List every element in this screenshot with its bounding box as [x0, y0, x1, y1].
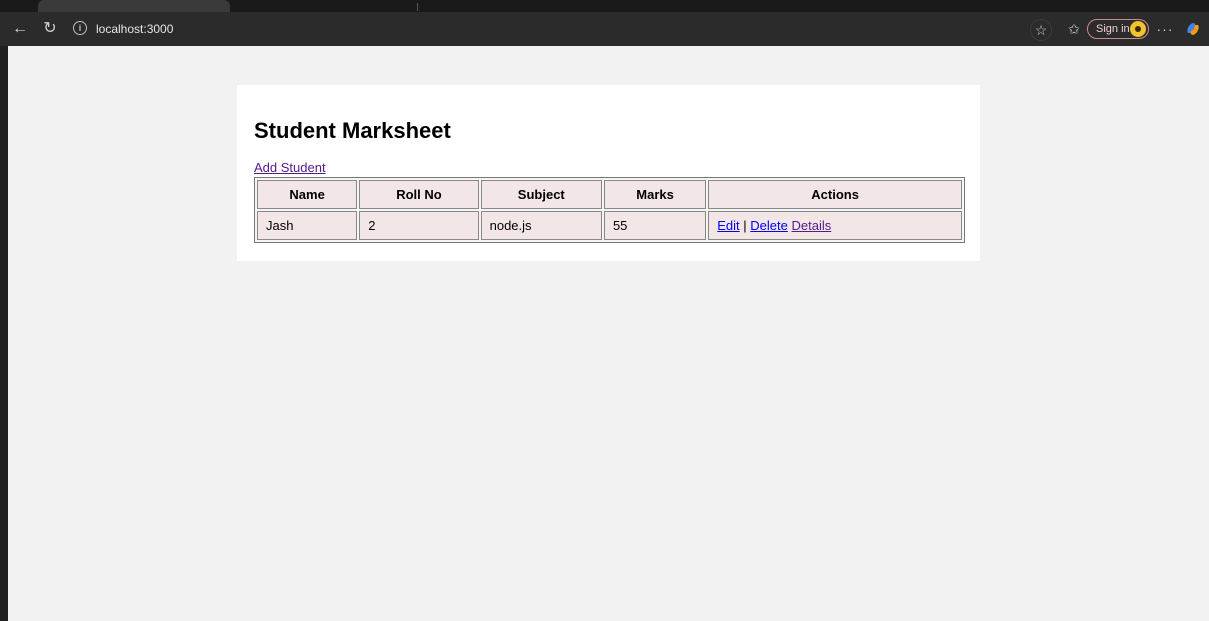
table-header-row: Name Roll No Subject Marks Actions [257, 180, 962, 209]
column-header-roll-no: Roll No [359, 180, 479, 209]
sign-in-label: Sign in [1096, 23, 1130, 35]
column-header-name: Name [257, 180, 358, 209]
delete-link[interactable]: Delete [750, 218, 788, 233]
copilot-icon[interactable] [1185, 21, 1201, 37]
marksheet-card: Student Marksheet Add Student Name Roll … [237, 85, 980, 261]
reload-icon[interactable]: ↻ [40, 19, 60, 39]
cell-roll-no: 2 [359, 211, 479, 240]
tab-strip [0, 0, 1209, 14]
info-icon[interactable]: i [73, 21, 87, 35]
column-header-marks: Marks [603, 180, 707, 209]
url-text[interactable]: localhost:3000 [96, 21, 173, 37]
cell-marks: 55 [603, 211, 707, 240]
favorites-list-icon[interactable]: ✩ [1064, 19, 1084, 39]
add-student-link[interactable]: Add Student [254, 160, 326, 175]
more-icon[interactable]: ··· [1155, 19, 1175, 39]
edit-link[interactable]: Edit [717, 218, 739, 233]
browser-toolbar: ← ↻ i localhost:3000 ☆ ✩ Sign in ··· [0, 12, 1209, 46]
column-header-subject: Subject [480, 180, 602, 209]
back-arrow-icon[interactable]: ← [10, 19, 30, 39]
marksheet-table: Name Roll No Subject Marks Actions Jash … [254, 177, 965, 243]
page-title: Student Marksheet [254, 118, 451, 143]
cell-subject: node.js [480, 211, 602, 240]
cell-actions: Edit | Delete Details [708, 211, 962, 240]
address-bar[interactable]: i localhost:3000 [70, 18, 1030, 40]
table-row: Jash 2 node.js 55 Edit | Delete Details [257, 211, 962, 240]
sign-in-button[interactable]: Sign in [1087, 19, 1149, 39]
avatar [1130, 21, 1146, 37]
tab-separator [417, 3, 418, 11]
cell-name: Jash [257, 211, 358, 240]
details-link[interactable]: Details [791, 218, 831, 233]
star-icon[interactable]: ☆ [1030, 19, 1052, 41]
page-viewport: Student Marksheet Add Student Name Roll … [8, 46, 1209, 621]
column-header-actions: Actions [708, 180, 962, 209]
action-separator: | [743, 218, 747, 233]
